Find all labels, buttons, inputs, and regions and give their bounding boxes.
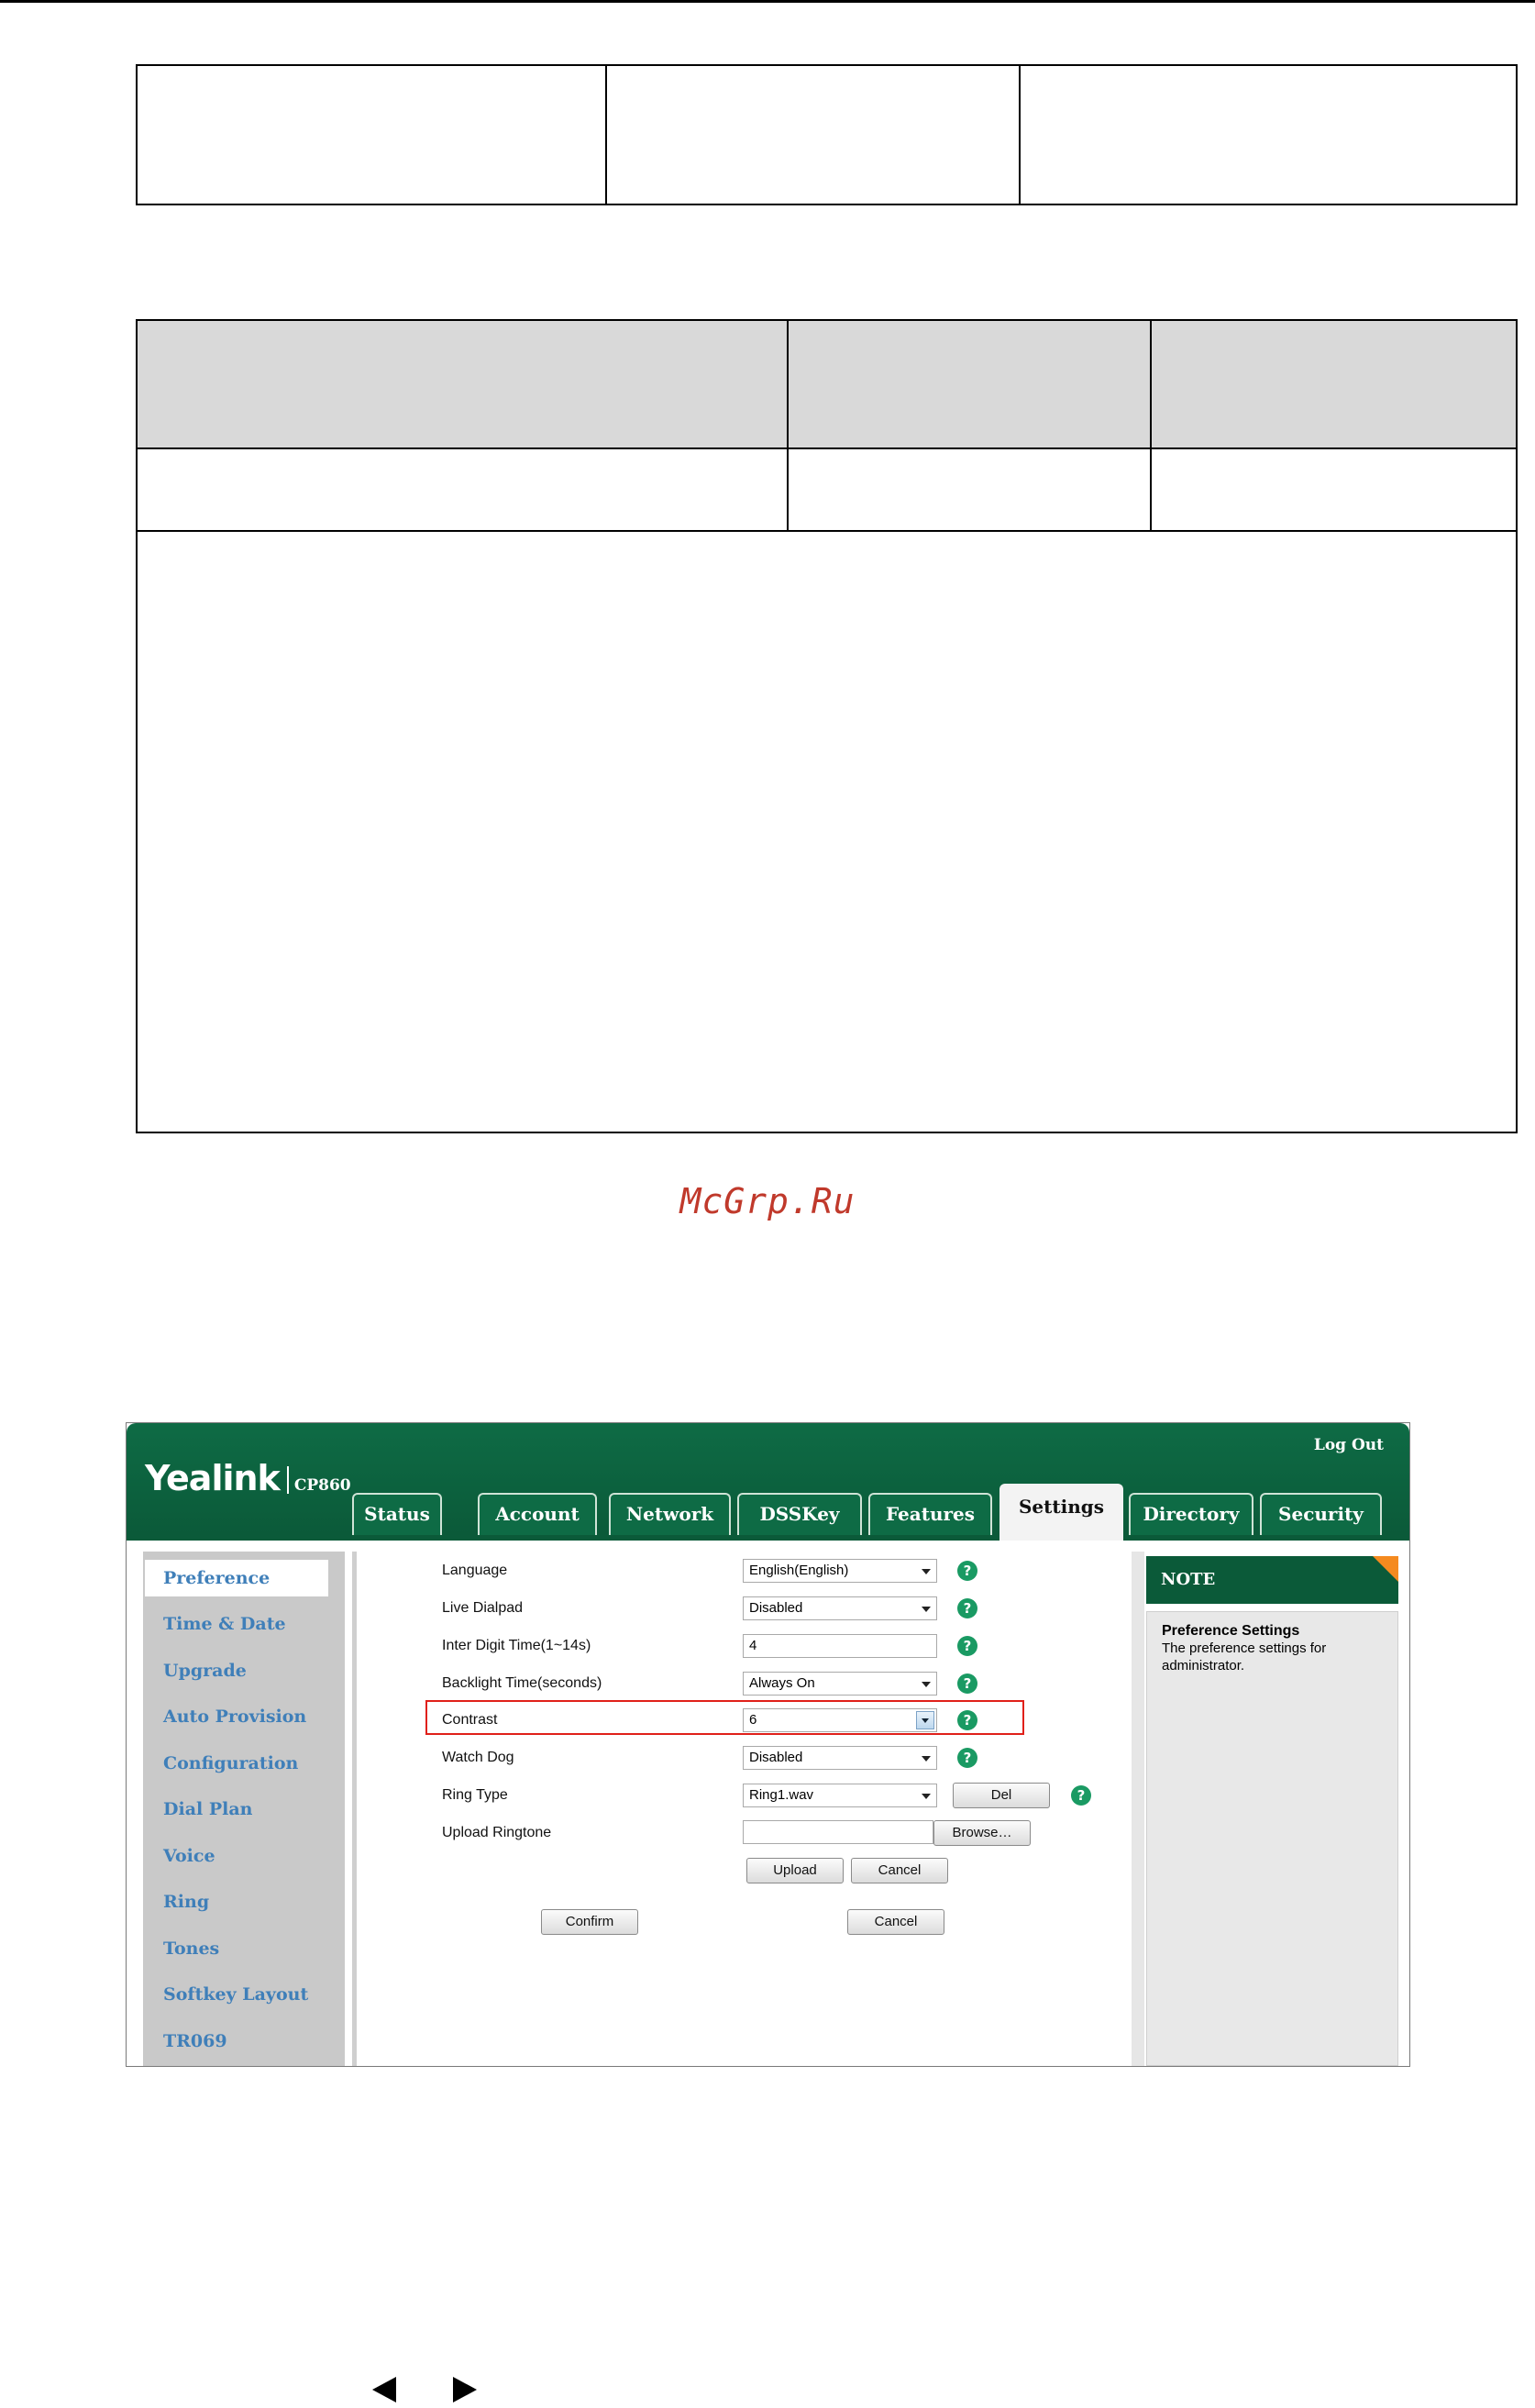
note-title: Preference Settings [1162,1623,1300,1639]
sidebar-item-voice[interactable]: Voice [163,1846,215,1866]
help-icon[interactable]: ? [957,1598,977,1618]
tab-directory[interactable]: Directory [1129,1493,1253,1535]
backlight-time-select[interactable]: Always On [743,1672,937,1696]
upload-ringtone-file-input[interactable] [743,1820,933,1844]
live-dialpad-value: Disabled [749,1600,803,1616]
tab-settings[interactable]: Settings [999,1484,1123,1541]
sidebar-item-dial-plan[interactable]: Dial Plan [163,1799,252,1819]
ring-type-value: Ring1.wav [749,1787,814,1803]
table-header-cell [136,319,789,449]
tab-dsskey[interactable]: DSSKey [737,1493,862,1535]
table-row [136,530,1518,1133]
cancel-button[interactable]: Cancel [847,1909,944,1935]
ring-type-label: Ring Type [442,1787,508,1803]
chevron-down-icon [922,1756,931,1762]
confirm-button[interactable]: Confirm [541,1909,638,1935]
help-icon[interactable]: ? [957,1710,977,1730]
top-rule [0,0,1535,3]
table-cell [1150,447,1518,532]
note-divider [1132,1552,1144,2066]
logo-brand: Yealink [145,1458,281,1498]
chevron-down-icon [922,1607,931,1612]
tab-network[interactable]: Network [609,1493,731,1535]
sidebar-item-softkey-layout[interactable]: Softkey Layout [163,1984,308,2005]
help-icon[interactable]: ? [957,1636,977,1656]
note-text: The preference settings for administrato… [1162,1640,1327,1673]
watch-dog-label: Watch Dog [442,1750,514,1765]
ring-type-select[interactable]: Ring1.wav [743,1784,937,1807]
sidebar-item-auto-provision[interactable]: Auto Provision [163,1707,306,1727]
help-icon[interactable]: ? [957,1561,977,1581]
watch-dog-select[interactable]: Disabled [743,1746,937,1770]
contrast-label: Contrast [442,1712,498,1728]
contrast-select[interactable]: 6 [743,1708,937,1732]
logo-model: CP860 [293,1476,351,1495]
table-row [136,447,1518,532]
upload-button[interactable]: Upload [746,1858,844,1883]
previous-page-arrow-icon[interactable] [372,2377,396,2402]
inter-digit-time-input[interactable]: 4 [743,1634,937,1658]
help-icon[interactable]: ? [957,1748,977,1768]
next-page-arrow-icon[interactable] [453,2377,477,2402]
logo-divider [286,1466,289,1494]
table-cell [1019,64,1518,205]
table-cell [605,64,1021,205]
del-button[interactable]: Del [953,1783,1050,1808]
browse-button[interactable]: Browse… [933,1820,1031,1846]
table-header-row [136,319,1518,449]
sidebar-item-tr069[interactable]: TR069 [163,2031,227,2051]
table-header-cell [787,319,1152,449]
document-table-1 [136,64,1518,205]
upload-ringtone-label: Upload Ringtone [442,1825,552,1840]
sidebar-item-configuration[interactable]: Configuration [163,1753,298,1773]
tab-security[interactable]: Security [1260,1493,1382,1535]
help-icon[interactable]: ? [957,1673,977,1694]
header-bottom-bar [127,1535,1409,1541]
chevron-down-icon [922,1794,931,1799]
logout-link[interactable]: Log Out [1314,1436,1384,1454]
table-row [136,64,1518,205]
upload-cancel-button[interactable]: Cancel [851,1858,948,1883]
note-heading: NOTE [1146,1556,1398,1604]
yealink-logo: Yealink CP860 [145,1458,351,1498]
watermark: McGrp.Ru [679,1181,856,1221]
chevron-down-icon [916,1711,934,1729]
sidebar-item-upgrade[interactable]: Upgrade [163,1661,247,1681]
tab-features[interactable]: Features [868,1493,992,1535]
language-value: English(English) [749,1563,849,1578]
table-cell [136,64,607,205]
chevron-down-icon [922,1682,931,1687]
table-cell [136,447,789,532]
language-label: Language [442,1563,508,1578]
sidebar-item-time-date[interactable]: Time & Date [163,1614,286,1634]
contrast-value: 6 [749,1712,757,1728]
language-select[interactable]: English(English) [743,1559,937,1583]
tab-status[interactable]: Status [352,1493,442,1535]
live-dialpad-select[interactable]: Disabled [743,1596,937,1620]
sidebar-item-tones[interactable]: Tones [163,1939,219,1959]
table-header-cell [1150,319,1518,449]
sidebar-item-ring[interactable]: Ring [163,1892,209,1912]
sidebar-divider [352,1552,357,2066]
table-cell-merged [136,530,1518,1133]
backlight-time-value: Always On [749,1675,815,1691]
chevron-down-icon [922,1569,931,1574]
web-ui-screenshot: Yealink CP860 Log Out Status Account Netw… [126,1422,1410,2067]
live-dialpad-label: Live Dialpad [442,1600,524,1616]
watch-dog-value: Disabled [749,1750,803,1765]
help-icon[interactable]: ? [1071,1785,1091,1806]
sidebar-item-preference[interactable]: Preference [145,1560,328,1596]
note-panel: Preference Settings The preference setti… [1146,1611,1398,2066]
inter-digit-time-label: Inter Digit Time(1~14s) [442,1638,591,1653]
note-corner-icon [1373,1556,1398,1582]
table-cell [787,447,1152,532]
backlight-time-label: Backlight Time(seconds) [442,1675,602,1691]
tab-account[interactable]: Account [478,1493,597,1535]
document-table-2 [136,319,1518,1133]
